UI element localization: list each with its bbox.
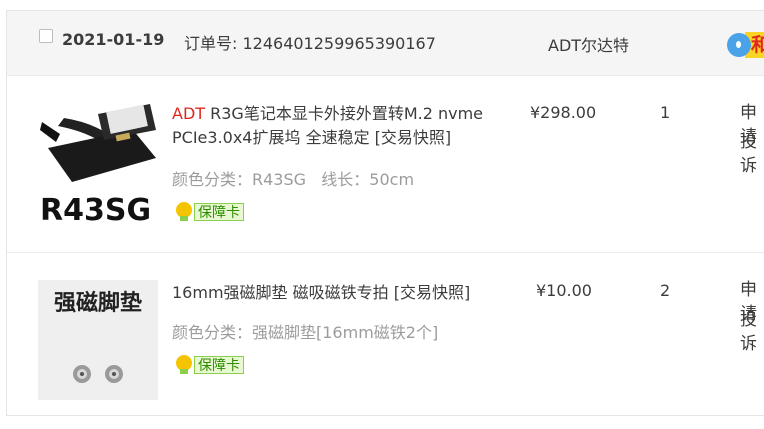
item-price: ¥298.00 — [530, 103, 597, 122]
product-image-text: 强磁脚垫 — [54, 290, 142, 316]
item-quantity: 1 — [660, 103, 671, 122]
product-attributes: 颜色分类：R43SG 线长：50cm — [172, 170, 415, 189]
pcie-adapter-image: R43SG — [38, 104, 158, 224]
guarantee-card-label: 保障卡 — [194, 356, 244, 374]
item-price: ¥10.00 — [536, 281, 592, 300]
magnet-pad-image: 强磁脚垫 — [38, 280, 158, 400]
product-attributes: 颜色分类：强磁脚垫[16mm磁铁2个] — [172, 323, 439, 342]
product-image-text: R43SG — [40, 193, 151, 224]
item-divider — [7, 252, 764, 253]
product-title-link[interactable]: ADT R3G笔记本显卡外接外置转M.2 nvme PCIe3.0x4扩展坞 全… — [172, 102, 512, 150]
lightbulb-icon — [176, 202, 192, 221]
shop-name-link[interactable]: ADT尔达特 — [548, 32, 629, 56]
product-thumbnail[interactable]: 强磁脚垫 — [38, 280, 158, 400]
complaint-link[interactable]: 投诉 — [740, 130, 764, 178]
complaint-link[interactable]: 投诉 — [740, 308, 764, 356]
lightbulb-icon — [176, 355, 192, 374]
guarantee-card-label: 保障卡 — [194, 203, 244, 221]
product-title-text: 16mm强磁脚垫 磁吸磁铁专拍 [交易快照] — [172, 283, 471, 302]
product-thumbnail[interactable]: R43SG — [38, 104, 158, 224]
product-title-link[interactable]: 16mm强磁脚垫 磁吸磁铁专拍 [交易快照] — [172, 281, 512, 305]
product-title-text: R3G笔记本显卡外接外置转M.2 nvme PCIe3.0x4扩展坞 全速稳定 … — [172, 104, 484, 147]
product-brand: ADT — [172, 104, 206, 123]
order-select-checkbox[interactable] — [39, 29, 53, 43]
order-date: 2021-01-19 — [62, 30, 165, 49]
wangwang-chat-icon[interactable] — [727, 33, 751, 57]
item-quantity: 2 — [660, 281, 671, 300]
order-number: 订单号: 1246401259965390167 — [184, 34, 436, 53]
